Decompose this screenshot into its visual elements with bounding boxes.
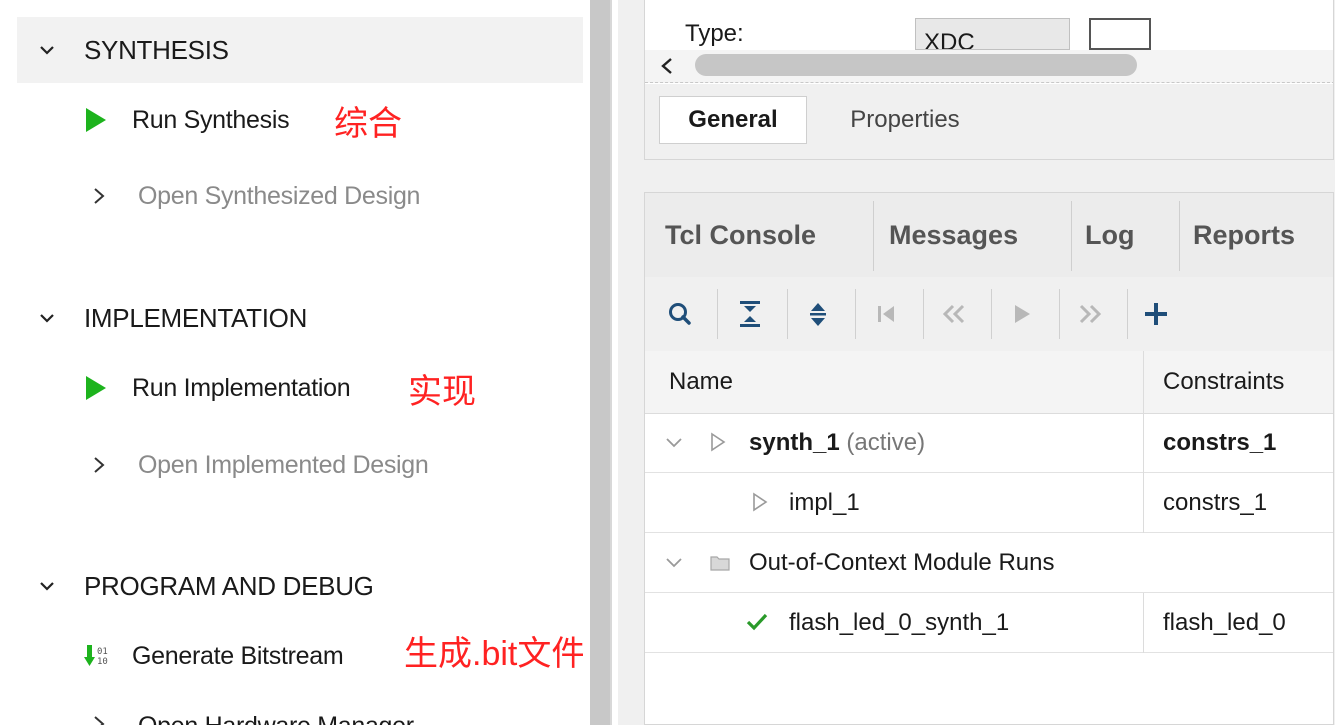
tab-divider	[1179, 201, 1180, 271]
constraints-cell: flash_led_0	[1163, 609, 1286, 636]
run-implementation-item[interactable]: Run Implementation 实现	[0, 363, 583, 413]
tab-properties[interactable]: Properties	[825, 96, 985, 144]
play-icon	[86, 376, 106, 400]
toolbar-divider	[787, 289, 788, 339]
cell-divider	[1143, 593, 1144, 653]
chevron-down-icon[interactable]	[39, 42, 55, 58]
active-tag: (active)	[846, 429, 926, 456]
chevron-down-icon[interactable]	[665, 435, 683, 451]
open-implemented-label[interactable]: Open Implemented Design	[138, 451, 429, 480]
run-implementation-label[interactable]: Run Implementation	[132, 374, 351, 403]
section-label: IMPLEMENTATION	[84, 302, 308, 333]
run-name: synth_1	[749, 429, 840, 456]
toolbar-divider	[923, 289, 924, 339]
toolbar-divider	[1059, 289, 1060, 339]
table-row[interactable]: Out-of-Context Module Runs	[645, 533, 1333, 593]
svg-text:01: 01	[97, 647, 108, 657]
generate-bitstream-label[interactable]: Generate Bitstream	[132, 642, 344, 671]
run-synthesis-label[interactable]: Run Synthesis	[132, 106, 290, 135]
run-state-icon	[711, 432, 726, 452]
tab-messages[interactable]: Messages	[889, 193, 1018, 277]
cell-divider	[1143, 473, 1144, 533]
run-name-cell: synth_1 (active)	[749, 413, 925, 473]
runs-toolbar	[645, 277, 1333, 352]
search-icon[interactable]	[665, 299, 695, 329]
source-file-properties: Type: XDC General Properties	[644, 0, 1334, 160]
right-panel-area: Type: XDC General Properties Tcl Console…	[618, 0, 1335, 725]
tab-tcl-console[interactable]: Tcl Console	[665, 193, 816, 277]
toolbar-divider	[717, 289, 718, 339]
column-divider[interactable]	[1143, 351, 1144, 413]
chevron-down-icon[interactable]	[665, 555, 683, 571]
table-row[interactable]: impl_1 constrs_1	[645, 473, 1333, 533]
open-implemented-design-item[interactable]: Open Implemented Design	[0, 440, 583, 490]
type-value-text: XDC	[924, 29, 975, 50]
tab-reports[interactable]: Reports	[1193, 193, 1295, 277]
design-runs-panel: Tcl Console Messages Log Reports Name Co…	[644, 192, 1334, 725]
properties-tabbar: General Properties	[645, 84, 1333, 159]
toolbar-divider	[855, 289, 856, 339]
toolbar-divider	[991, 289, 992, 339]
tab-divider	[873, 201, 874, 271]
play-icon	[86, 108, 106, 132]
folder-icon	[710, 556, 730, 571]
bitstream-icon: 01 10	[84, 645, 108, 667]
type-label: Type:	[685, 20, 744, 47]
annotation-bitstream: 生成.bit文件	[404, 635, 586, 673]
splitter-edge	[610, 0, 618, 725]
constraints-cell: constrs_1	[1163, 489, 1268, 516]
constraints-cell: constrs_1	[1163, 429, 1277, 456]
scroll-left-icon[interactable]	[659, 56, 675, 76]
type-value-field[interactable]: XDC	[915, 18, 1070, 50]
flow-navigator: SYNTHESIS Run Synthesis 综合 Open Synthesi…	[0, 0, 585, 725]
chevron-right-icon	[94, 188, 105, 204]
expand-all-icon[interactable]	[803, 299, 833, 329]
open-hardware-manager-item[interactable]: Open Hardware Manager	[0, 706, 583, 725]
table-row[interactable]: synth_1 (active) constrs_1	[645, 413, 1333, 473]
table-row[interactable]: flash_led_0_synth_1 flash_led_0	[645, 593, 1333, 653]
tab-general[interactable]: General	[659, 96, 807, 144]
panel-splitter[interactable]	[590, 0, 610, 725]
chevron-right-icon	[94, 457, 105, 473]
group-name-cell: Out-of-Context Module Runs	[749, 549, 1055, 576]
section-synthesis[interactable]: SYNTHESIS	[17, 17, 583, 83]
runs-table-header: Name Constraints	[645, 351, 1333, 414]
chevron-down-icon[interactable]	[39, 578, 55, 594]
first-icon[interactable]	[871, 299, 901, 329]
checkmark-icon	[746, 613, 768, 631]
run-synthesis-item[interactable]: Run Synthesis 综合	[0, 95, 583, 145]
annotation-implementation: 实现	[408, 373, 476, 411]
type-browse-button[interactable]	[1089, 18, 1151, 50]
generate-bitstream-item[interactable]: 01 10 Generate Bitstream 生成.bit文件	[0, 631, 585, 681]
previous-icon[interactable]	[939, 299, 969, 329]
open-synthesized-design-item[interactable]: Open Synthesized Design	[0, 171, 583, 221]
add-icon[interactable]	[1141, 299, 1171, 329]
section-implementation[interactable]: IMPLEMENTATION	[17, 285, 583, 351]
scrollbar-thumb[interactable]	[695, 54, 1137, 76]
section-program-and-debug[interactable]: PROGRAM AND DEBUG	[17, 553, 583, 619]
run-name-cell: impl_1	[789, 489, 860, 516]
next-icon[interactable]	[1075, 299, 1105, 329]
tab-divider	[1071, 201, 1072, 271]
svg-text:10: 10	[97, 657, 108, 667]
chevron-down-icon[interactable]	[39, 310, 55, 326]
run-state-icon	[753, 492, 768, 512]
collapse-all-icon[interactable]	[735, 299, 765, 329]
console-tabbar: Tcl Console Messages Log Reports	[645, 193, 1333, 278]
annotation-synthesis: 综合	[334, 105, 402, 143]
column-constraints[interactable]: Constraints	[1163, 351, 1284, 413]
run-name-cell: flash_led_0_synth_1	[789, 609, 1010, 636]
column-name[interactable]: Name	[669, 351, 733, 413]
tab-log[interactable]: Log	[1085, 193, 1134, 277]
section-label: SYNTHESIS	[84, 34, 229, 65]
splitter-gap	[583, 0, 590, 725]
play-icon[interactable]	[1007, 299, 1037, 329]
chevron-right-icon	[94, 716, 105, 725]
open-hardware-manager-label[interactable]: Open Hardware Manager	[138, 712, 414, 725]
open-synthesized-label[interactable]: Open Synthesized Design	[138, 182, 420, 211]
toolbar-divider	[1127, 289, 1128, 339]
section-label: PROGRAM AND DEBUG	[84, 570, 374, 601]
cell-divider	[1143, 413, 1144, 473]
